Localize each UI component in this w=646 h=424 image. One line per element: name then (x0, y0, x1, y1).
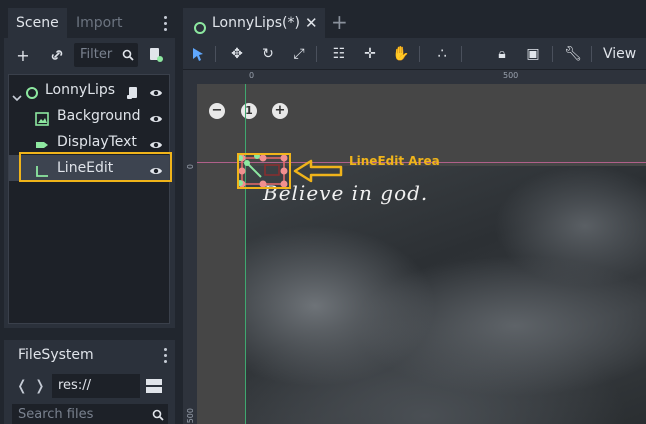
toolbar-separator (552, 46, 553, 62)
canvas-toolbar: ✥ ↻ ⤢ ☷ ✛ ✋ ∴ 🔒︎ ▣ 🔧︎ View (183, 38, 646, 70)
tree-item-label: LonnyLips (45, 82, 116, 98)
toolbar-separator (419, 46, 420, 62)
pan-mode-icon[interactable]: ✋ (390, 43, 412, 65)
skeleton-bone-icon[interactable]: 🔧︎ (562, 43, 584, 65)
zoom-reset-button[interactable]: 1 (241, 103, 257, 119)
path-input[interactable]: res:// (52, 374, 140, 398)
ruler-left: 0 500 (183, 84, 197, 424)
viewport-guide-vertical (245, 84, 246, 424)
dock-menu-icon[interactable] (158, 344, 172, 366)
pivot-mode-icon[interactable]: ✛ (359, 43, 381, 65)
tree-item-label: Background (57, 108, 141, 124)
rotate-mode-icon[interactable]: ↻ (257, 43, 279, 65)
tree-item-background[interactable]: Background (9, 103, 169, 129)
editor-area: LonnyLips(*) ✕ + ✥ ↻ ⤢ ☷ ✛ ✋ ∴ 🔒︎ ▣ 🔧︎ V… (183, 8, 646, 424)
canvas-viewport[interactable]: 0 500 0 500 − 1 + Believe in god. LineEd… (183, 70, 646, 424)
ruler-tick-label: 0 (186, 164, 195, 170)
list-select-icon[interactable]: ☷ (328, 43, 350, 65)
lineedit-highlight-box (19, 152, 172, 182)
texture-rect-icon (35, 109, 49, 126)
node2d-icon (25, 83, 39, 99)
zoom-out-button[interactable]: − (209, 103, 225, 119)
snap-options-icon[interactable]: ∴ (431, 43, 453, 65)
ruler-tick-label: 500 (186, 408, 195, 424)
filter-nodes-input[interactable]: Filter (74, 43, 138, 67)
group-icon[interactable]: ▣ (522, 43, 544, 65)
visibility-eye-icon[interactable] (149, 83, 163, 97)
ruler-corner (183, 70, 197, 84)
ruler-tick-label: 0 (249, 71, 255, 80)
search-files-placeholder: Search files (18, 407, 94, 422)
add-node-icon[interactable]: + (12, 44, 34, 66)
split-view-icon[interactable] (146, 378, 162, 398)
tab-scene[interactable]: Scene (8, 8, 67, 38)
zoom-in-button[interactable]: + (272, 103, 288, 119)
search-files-input[interactable]: Search files (12, 404, 168, 424)
move-mode-icon[interactable]: ✥ (226, 43, 248, 65)
visibility-eye-icon[interactable] (149, 109, 163, 123)
scene-dock-tabbar: Scene Import (0, 8, 179, 38)
link-instance-icon[interactable] (46, 44, 68, 66)
label-icon (35, 135, 49, 149)
scene-panel: + Filter LonnyLips Background DisplayTex… (4, 38, 175, 328)
nav-back-icon[interactable]: ❬ (16, 378, 28, 394)
collapse-arrow-icon[interactable] (12, 86, 22, 102)
nav-forward-icon[interactable]: ❭ (34, 378, 46, 394)
scene-tab-lonnylips[interactable]: LonnyLips(*) ✕ (183, 8, 325, 38)
search-icon (122, 43, 134, 70)
lock-icon[interactable]: 🔒︎ (491, 43, 513, 65)
toolbar-separator (591, 46, 592, 62)
scene-tree: LonnyLips Background DisplayText LineEdi… (8, 74, 170, 324)
tree-item-lonnylips[interactable]: LonnyLips (9, 77, 169, 103)
close-tab-icon[interactable]: ✕ (305, 8, 318, 38)
script-icon[interactable] (127, 83, 141, 99)
lineedit-area-annotation: LineEdit Area (349, 154, 440, 168)
scene-tab-label: LonnyLips(*) (212, 15, 300, 31)
toolbar-separator (215, 46, 216, 62)
select-mode-icon[interactable] (187, 43, 209, 65)
add-tab-icon[interactable]: + (331, 8, 348, 36)
left-dock: Scene Import + Filter LonnyLips Backgrou… (0, 0, 179, 424)
tab-import[interactable]: Import (68, 8, 130, 38)
scene-tabs: LonnyLips(*) ✕ + (183, 8, 646, 38)
filter-placeholder: Filter (80, 47, 113, 62)
scene-toolbar: + Filter (4, 38, 175, 72)
annotation-arrow-icon (293, 158, 345, 188)
search-icon (152, 404, 164, 424)
ruler-top: 0 500 (197, 70, 646, 84)
filesystem-panel: FileSystem ❬ ❭ res:// Search files (4, 340, 175, 424)
dock-menu-icon[interactable] (158, 12, 172, 34)
ruler-tick-label: 500 (503, 71, 519, 80)
toolbar-separator (461, 46, 462, 62)
toolbar-separator (316, 46, 317, 62)
view-menu[interactable]: View (603, 38, 636, 70)
lineedit-area-box (237, 153, 291, 189)
visibility-eye-icon[interactable] (149, 135, 163, 149)
tab-filesystem[interactable]: FileSystem (8, 340, 104, 370)
script-add-icon[interactable] (145, 44, 167, 66)
scale-mode-icon[interactable]: ⤢ (288, 43, 310, 65)
